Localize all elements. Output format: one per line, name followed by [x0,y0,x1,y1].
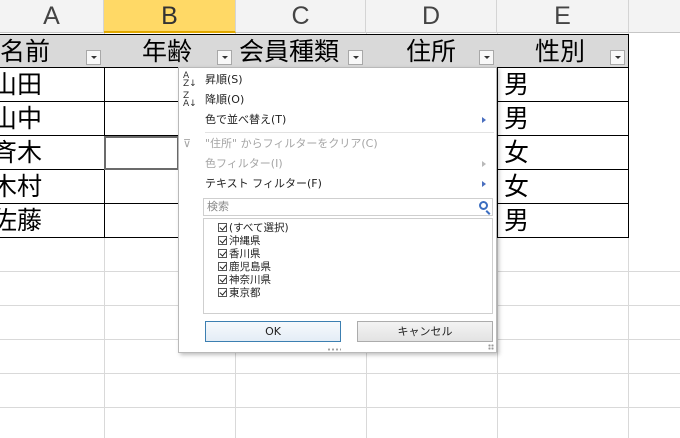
table-cell-name[interactable]: 佐藤 [0,204,105,238]
resize-grip-icon[interactable] [488,344,494,350]
header-label: 会員種類 [239,37,340,66]
search-placeholder: 検索 [207,200,229,213]
table-cell-gender[interactable]: 男 [497,68,629,102]
gridline [0,407,680,408]
table-cell-age[interactable] [104,68,179,102]
checkbox-checked-icon[interactable] [218,288,227,297]
filter-dropdown-button[interactable] [479,50,494,65]
menu-item-label: 降順(O) [205,93,245,106]
filter-search-input[interactable]: 検索 [203,198,493,216]
column-header-a[interactable]: A [0,0,104,33]
sort-ascending-icon: A Z↓ [183,71,197,89]
resize-dots-icon [327,348,341,351]
filter-checkbox-item[interactable]: 香川県 [218,248,261,261]
table-cell-gender[interactable]: 女 [497,136,629,170]
search-icon [479,201,488,210]
filter-item-label: 東京都 [229,287,261,299]
menu-item-sort-descending[interactable]: Z A↓ 降順(O) [179,90,496,110]
header-cell-membership: 会員種類 [235,34,367,68]
sort-descending-icon: Z A↓ [183,91,197,109]
table-cell-gender[interactable]: 男 [497,102,629,136]
menu-item-label: 色フィルター(I) [205,157,283,170]
filter-checkbox-item[interactable]: (すべて選択) [218,222,289,235]
filter-checkbox-item[interactable]: 神奈川県 [218,274,271,287]
header-label: 住所 [406,37,457,66]
checkbox-checked-icon[interactable] [218,275,227,284]
checkbox-checked-icon[interactable] [218,262,227,271]
clear-filter-icon: ⊽ [183,137,192,150]
table-cell-name[interactable]: 斉木 [0,136,105,170]
filter-checkbox-item[interactable]: 鹿児島県 [218,261,271,274]
filter-checkbox-item[interactable]: 沖縄県 [218,235,261,248]
column-header-empty [629,0,680,33]
header-label: 年齢 [142,37,193,66]
filter-value-list: (すべて選択) 沖縄県 香川県 鹿児島県 神奈川県 東京都 [203,218,493,314]
table-cell-age[interactable] [104,170,179,204]
submenu-arrow-icon [482,117,486,123]
filter-checkbox-item[interactable]: 東京都 [218,287,261,300]
filter-item-label: 沖縄県 [229,235,261,247]
menu-item-label: 色で並べ替え(T) [205,113,287,126]
menu-item-text-filter[interactable]: テキスト フィルター(F) [179,174,496,194]
menu-item-color-filter: 色フィルター(I) [179,154,496,174]
header-label: 名前 [0,37,51,66]
column-header-d[interactable]: D [366,0,497,33]
header-label: 性別 [535,37,586,66]
header-cell-age: 年齢 [104,34,236,68]
checkbox-checked-icon[interactable] [218,249,227,258]
table-cell-age[interactable] [104,102,179,136]
column-header-c[interactable]: C [236,0,366,33]
column-header-b[interactable]: B [104,0,236,33]
gridline [0,373,680,374]
filter-dropdown-button[interactable] [86,50,101,65]
filter-item-label: 香川県 [229,248,261,260]
active-cell[interactable] [104,136,179,170]
checkbox-checked-icon[interactable] [218,223,227,232]
checkbox-checked-icon[interactable] [218,236,227,245]
column-header-e[interactable]: E [497,0,629,33]
header-cell-address: 住所 [366,34,498,68]
filter-item-label: (すべて選択) [229,222,289,234]
header-cell-name: 名前 [0,34,105,68]
submenu-arrow-icon [482,161,486,167]
table-cell-name[interactable]: 木村 [0,170,105,204]
menu-separator [205,132,494,133]
menu-item-sort-ascending[interactable]: A Z↓ 昇順(S) [179,70,496,90]
filter-item-label: 神奈川県 [229,274,271,286]
table-cell-age[interactable] [104,204,179,238]
ok-button[interactable]: OK [205,321,341,342]
cancel-button[interactable]: キャンセル [357,321,493,342]
table-cell-gender[interactable]: 男 [497,204,629,238]
table-cell-name[interactable]: 山田 [0,68,105,102]
menu-item-label: テキスト フィルター(F) [205,177,322,190]
menu-item-sort-by-color[interactable]: 色で並べ替え(T) [179,110,496,130]
filter-item-label: 鹿児島県 [229,261,271,273]
filter-dropdown-button[interactable] [217,50,232,65]
menu-item-label: "住所" からフィルターをクリア(C) [205,137,378,150]
table-cell-gender[interactable]: 女 [497,170,629,204]
menu-item-clear-filter: ⊽ "住所" からフィルターをクリア(C) [179,134,496,154]
filter-dropdown-button[interactable] [348,50,363,65]
table-cell-name[interactable]: 山中 [0,102,105,136]
menu-item-label: 昇順(S) [205,73,243,86]
autofilter-menu: A Z↓ 昇順(S) Z A↓ 降順(O) 色で並べ替え(T) ⊽ "住所" からフ… [178,67,497,353]
submenu-arrow-icon [482,181,486,187]
filter-dropdown-button[interactable] [610,50,625,65]
header-cell-gender: 性別 [497,34,629,68]
